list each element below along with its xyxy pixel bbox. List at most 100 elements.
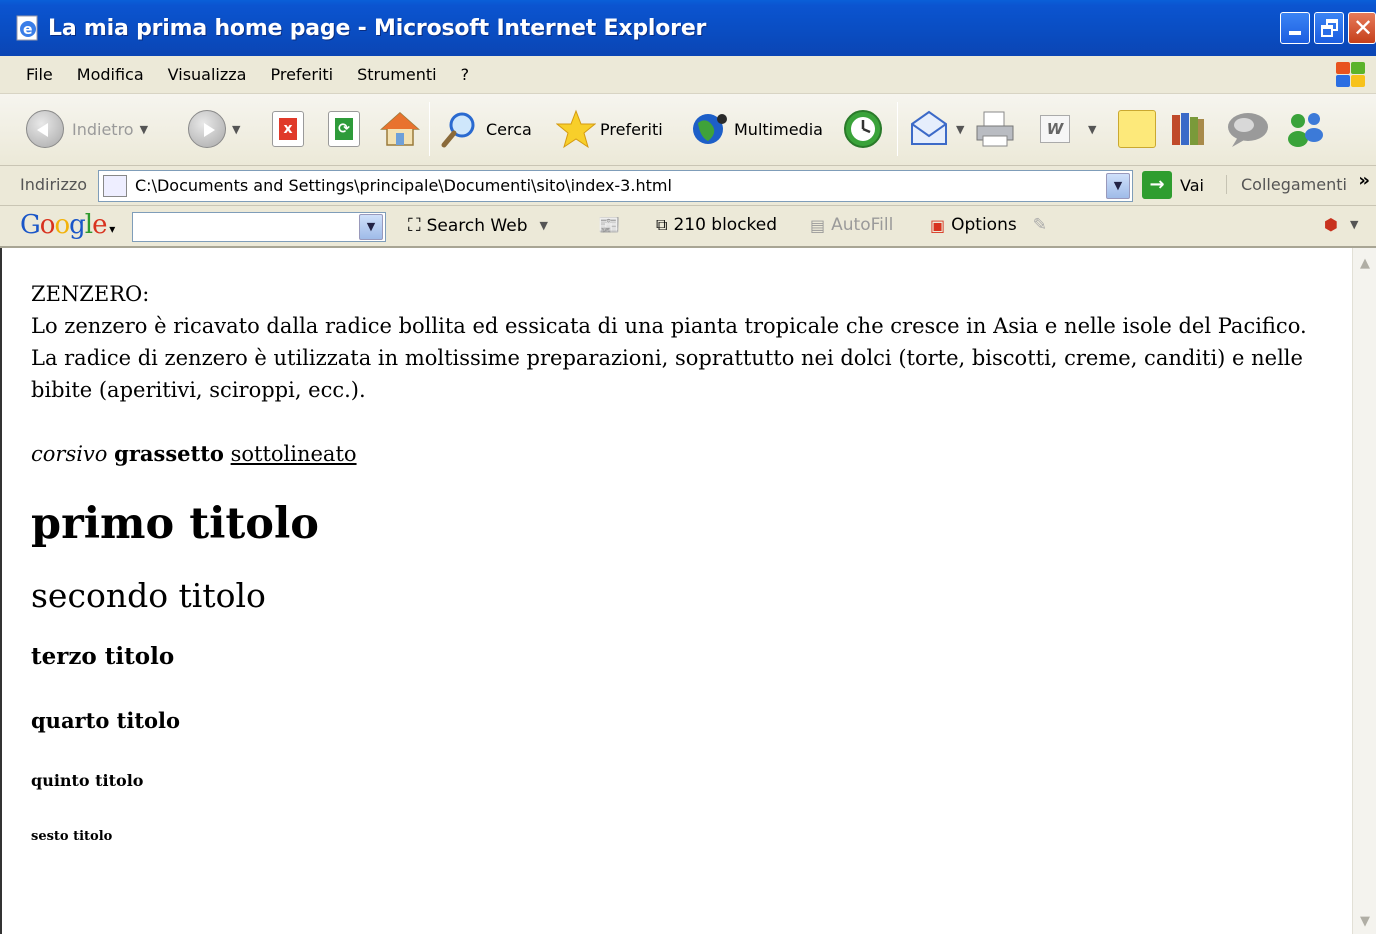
menu-help[interactable]: ? [449,65,482,84]
bold-text: grassetto [114,441,224,466]
edit-dropdown-icon[interactable]: ▼ [1088,123,1096,136]
google-logo[interactable]: Google ▾ [20,210,115,240]
speech-bubble-icon [1228,113,1268,147]
back-dropdown-icon[interactable]: ▼ [140,123,148,136]
google-search-input[interactable]: ▼ [132,212,386,242]
home-button[interactable] [380,106,420,152]
popup-blocked-icon: ⧉ [656,215,668,234]
translate-icon: ⬢ [1324,215,1338,234]
autofill-button[interactable]: ▤ AutoFill [810,215,893,235]
go-arrow-icon: → [1142,171,1172,199]
address-bar: Indirizzo C:\Documents and Settings\prin… [0,166,1376,206]
forward-arrow-icon [188,110,226,148]
forward-dropdown-icon[interactable]: ▼ [232,123,240,136]
research-button[interactable] [1168,106,1208,152]
history-button[interactable] [842,106,884,152]
chevron-right-icon[interactable]: » [1358,170,1370,191]
discuss-button[interactable] [1118,106,1156,152]
scroll-up-icon[interactable]: ▲ [1355,254,1375,274]
history-clock-icon [844,110,882,148]
heading-3: terzo titolo [31,643,175,670]
intro-paragraph: ZENZERO: Lo zenzero è ricavato dalla rad… [31,278,1311,406]
newspaper-icon: 📰 [598,215,621,236]
home-icon [380,111,420,146]
zenzero-description: Lo zenzero è ricavato dalla radice bolli… [31,314,1307,402]
minimize-icon [1289,31,1301,35]
menu-modifica[interactable]: Modifica [65,65,156,84]
menu-file[interactable]: File [0,65,65,84]
blocked-count: 210 blocked [673,215,778,235]
books-icon [1172,113,1204,145]
news-button[interactable]: 📰 [598,215,620,236]
menu-strumenti[interactable]: Strumenti [345,65,448,84]
scroll-down-icon[interactable]: ▼ [1355,912,1375,932]
pencil-icon: ✎ [1032,215,1047,235]
address-url[interactable]: C:\Documents and Settings\principale\Doc… [135,176,672,195]
heading-4: quarto titolo [31,708,181,733]
forward-button[interactable]: ▼ [188,106,246,152]
edit-button[interactable]: W ▼ [1040,106,1102,152]
address-label: Indirizzo [20,175,88,194]
search-web-button[interactable]: ⛶ Search Web ▼ [408,215,554,236]
links-button[interactable]: Collegamenti [1226,175,1347,194]
address-input[interactable]: C:\Documents and Settings\principale\Doc… [98,170,1133,202]
mail-dropdown-icon[interactable]: ▼ [956,123,964,136]
italic-text: corsivo [31,442,108,466]
binoculars-icon: ⛶ [408,215,421,236]
heading-6: sesto titolo [31,829,113,844]
formatting-line: corsivo grassetto sottolineato [31,438,1311,470]
zenzero-heading: ZENZERO: [31,282,150,306]
options-label: Options [951,215,1017,235]
media-button[interactable]: Multimedia [690,106,823,152]
print-button[interactable] [974,106,1016,152]
heading-1: primo titolo [31,499,319,549]
close-button[interactable]: ✕ [1348,12,1376,44]
refresh-button[interactable]: ⟳ [328,106,360,152]
back-button[interactable]: Indietro ▼ [26,106,154,152]
search-web-label: Search Web [426,215,528,236]
options-icon: ▣ [930,215,946,235]
refresh-icon: ⟳ [328,111,360,147]
go-label: Vai [1180,175,1204,195]
media-label: Multimedia [734,119,823,139]
star-icon [556,109,596,149]
restore-button[interactable] [1314,12,1344,44]
stop-button[interactable]: x [272,106,304,152]
autofill-icon: ▤ [810,215,826,235]
favorites-button[interactable]: Preferiti [556,106,663,152]
popup-blocker-button[interactable]: ⧉ 210 blocked [656,215,777,235]
heading-5: quinto titolo [31,771,144,790]
menu-bar: File Modifica Visualizza Preferiti Strum… [0,56,1376,94]
vertical-scrollbar[interactable]: ▲ ▼ [1352,248,1376,934]
mail-icon [911,110,947,145]
printer-icon [976,111,1014,147]
options-button[interactable]: ▣ Options ✎ [930,215,1047,235]
search-button[interactable]: Cerca [440,106,532,152]
window-title: La mia prima home page - Microsoft Inter… [48,15,707,41]
google-search-dropdown-icon[interactable]: ▼ [359,214,383,240]
underline-text: sottolineato [230,442,357,466]
search-label: Cerca [486,119,532,139]
heading-2: secondo titolo [31,576,266,615]
page-icon [103,175,127,197]
title-bar: e La mia prima home page - Microsoft Int… [0,0,1376,56]
contacts-button[interactable] [1284,106,1328,152]
translate-dropdown-icon[interactable]: ▼ [1350,218,1358,231]
minimize-button[interactable] [1280,12,1310,44]
svg-text:e: e [23,22,33,38]
menu-preferiti[interactable]: Preferiti [258,65,345,84]
standard-toolbar: Indietro ▼ ▼ x ⟳ Cerca Preferiti Multime… [0,94,1376,166]
word-icon: W [1040,115,1070,143]
mail-button[interactable]: ▼ [908,106,970,152]
back-arrow-icon [26,110,64,148]
translate-button[interactable]: ⬢ ▼ [1324,215,1364,234]
close-icon: ✕ [1353,14,1374,42]
stop-icon: x [272,111,304,147]
messenger-button[interactable] [1224,106,1270,152]
go-button[interactable]: → Vai [1142,171,1204,199]
menu-visualizza[interactable]: Visualizza [156,65,259,84]
google-toolbar: Google ▾ ▼ ⛶ Search Web ▼ 📰 ⧉ 210 blocke… [0,206,1376,248]
address-dropdown-icon[interactable]: ▼ [1106,173,1130,199]
autofill-label: AutoFill [831,215,894,235]
search-web-dropdown-icon[interactable]: ▼ [539,219,547,232]
